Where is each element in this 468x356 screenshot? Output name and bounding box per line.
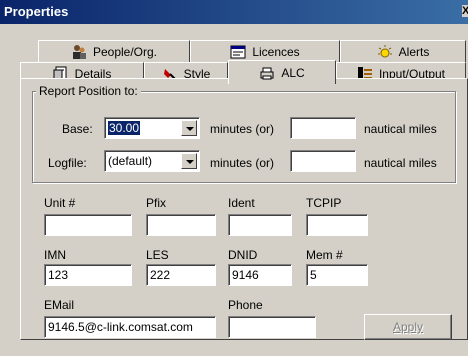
unit-input[interactable] xyxy=(44,214,132,236)
logfile-combo[interactable]: (default) xyxy=(104,150,200,172)
licence-icon xyxy=(230,44,246,60)
base-nautical-miles-input[interactable] xyxy=(290,117,356,139)
phone-input[interactable] xyxy=(228,316,316,338)
tcpip-input[interactable] xyxy=(306,214,368,236)
tab-people-org[interactable]: People/Org. xyxy=(38,40,190,62)
base-label: Base: xyxy=(62,122,93,136)
tcpip-label: TCPIP xyxy=(306,196,342,210)
alc-icon xyxy=(259,65,275,81)
phone-label: Phone xyxy=(228,298,263,312)
logfile-minutes-label: minutes (or) xyxy=(210,156,275,170)
base-combo[interactable]: 30.00 xyxy=(104,117,200,139)
alert-icon xyxy=(377,44,393,60)
tab-alerts[interactable]: Alerts xyxy=(340,40,466,62)
mem-label: Mem # xyxy=(306,248,343,262)
ident-label: Ident xyxy=(228,196,255,210)
ident-input[interactable] xyxy=(228,214,292,236)
tab-label: People/Org. xyxy=(92,44,158,59)
apply-button[interactable]: Apply xyxy=(364,314,452,340)
logfile-label: Logfile: xyxy=(48,156,87,170)
tab-label: Licences xyxy=(252,44,300,59)
dnid-label: DNID xyxy=(228,248,258,262)
people-icon xyxy=(71,44,87,60)
unit-label: Unit # xyxy=(44,196,76,210)
logfile-combo-value: (default) xyxy=(108,154,153,168)
email-label: EMail xyxy=(44,298,75,312)
imn-label: IMN xyxy=(44,248,66,262)
chevron-down-icon[interactable] xyxy=(181,120,197,136)
base-nm-label: nautical miles xyxy=(364,122,437,136)
pfix-input[interactable] xyxy=(146,214,216,236)
les-input[interactable]: 222 xyxy=(146,264,216,286)
dnid-input[interactable]: 9146 xyxy=(228,264,292,286)
pfix-label: Pfix xyxy=(146,196,167,210)
base-minutes-label: minutes (or) xyxy=(210,122,275,136)
imn-input[interactable]: 123 xyxy=(44,264,132,286)
properties-window: Properties X People/Org. Licences Alerts xyxy=(0,0,468,356)
mem-input[interactable]: 5 xyxy=(306,264,368,286)
apply-button-label: Apply xyxy=(392,320,424,334)
chevron-down-icon[interactable] xyxy=(181,153,197,169)
report-position-legend: Report Position to: xyxy=(36,84,141,98)
tab-label: ALC xyxy=(281,65,305,80)
base-combo-value: 30.00 xyxy=(108,121,141,135)
tab-alc[interactable]: ALC xyxy=(228,60,336,84)
title-bar: Properties X xyxy=(0,0,468,24)
tab-row-back: People/Org. Licences Alerts xyxy=(0,40,468,62)
logfile-nautical-miles-input[interactable] xyxy=(290,150,356,172)
email-input[interactable]: 9146.5@c-link.comsat.com xyxy=(44,316,216,338)
logfile-nm-label: nautical miles xyxy=(364,156,437,170)
tab-label: Alerts xyxy=(398,44,430,59)
window-title: Properties xyxy=(4,4,69,19)
close-icon[interactable]: X xyxy=(462,5,468,17)
tab-licences[interactable]: Licences xyxy=(190,40,340,62)
les-label: LES xyxy=(146,248,169,262)
